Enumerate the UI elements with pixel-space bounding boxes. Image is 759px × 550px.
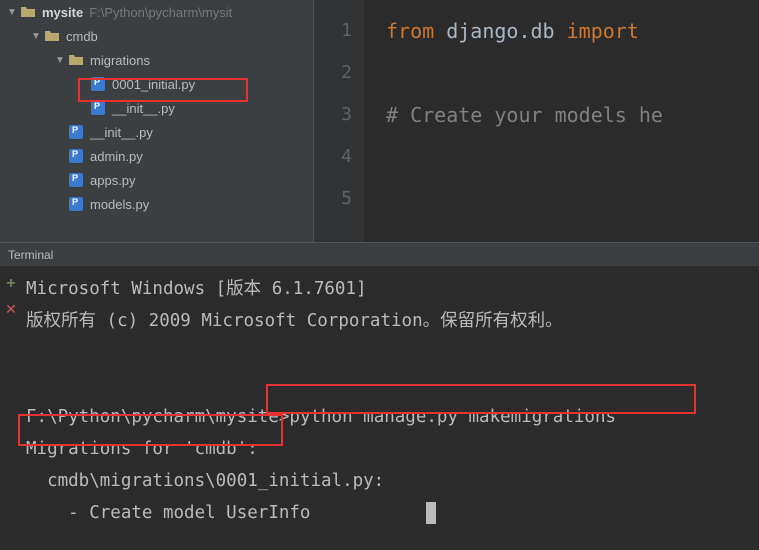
line-number: 4 [314,136,352,178]
terminal-tab[interactable]: Terminal [0,242,759,267]
code-comment: # Create your models he [386,103,663,127]
tree-label: apps.py [90,173,136,188]
tree-path: F:\Python\pycharm\mysit [89,5,232,20]
editor-gutter: 1 2 3 4 5 [314,0,364,242]
project-tree: ▼ mysite F:\Python\pycharm\mysit ▼ cmdb … [0,0,314,242]
python-file-icon [90,100,106,116]
code-keyword: import [567,19,639,43]
code-keyword: from [386,19,434,43]
tree-root[interactable]: ▼ mysite F:\Python\pycharm\mysit [0,0,313,24]
folder-icon [44,28,60,44]
line-number: 2 [314,52,352,94]
folder-icon [20,4,36,20]
tree-label: admin.py [90,149,143,164]
terminal-toolbar: + ✕ [0,267,22,550]
tree-file-apps[interactable]: apps.py [0,168,313,192]
line-number: 3 [314,94,352,136]
annotation-box [78,78,248,102]
tree-file-models[interactable]: models.py [0,192,313,216]
chevron-down-icon: ▼ [4,7,20,18]
code-text: django.db [434,19,566,43]
python-file-icon [68,196,84,212]
tree-file-admin[interactable]: admin.py [0,144,313,168]
python-file-icon [68,148,84,164]
tree-label: __init__.py [112,101,175,116]
tree-file-init[interactable]: __init__.py [0,120,313,144]
tree-label: __init__.py [90,125,153,140]
tree-label: cmdb [66,29,98,44]
term-line: cmdb\migrations\0001_initial.py: [26,471,384,491]
python-file-icon [68,172,84,188]
term-line: Microsoft Windows [版本 6.1.7601] [26,279,367,299]
tree-label: models.py [90,197,149,212]
tree-label: migrations [90,53,150,68]
term-line: - Create model UserInfo [26,503,310,523]
line-number: 5 [314,178,352,220]
term-line: 版权所有 (c) 2009 Microsoft Corporation。保留所有… [26,311,563,331]
line-number: 1 [314,10,352,52]
tree-label: mysite [42,5,83,20]
chevron-down-icon: ▼ [52,55,68,66]
folder-icon [68,52,84,68]
code-area[interactable]: from django.db import # Create your mode… [364,0,663,242]
annotation-box [18,414,283,446]
tree-cmdb[interactable]: ▼ cmdb [0,24,313,48]
cursor-icon [426,502,436,524]
terminal-title: Terminal [8,248,53,262]
code-editor[interactable]: 1 2 3 4 5 from django.db import # Create… [314,0,759,242]
chevron-down-icon: ▼ [28,31,44,42]
terminal-new-icon[interactable]: + [6,275,15,293]
tree-migrations[interactable]: ▼ migrations [0,48,313,72]
annotation-box [266,384,696,414]
terminal-close-icon[interactable]: ✕ [5,301,17,318]
python-file-icon [68,124,84,140]
